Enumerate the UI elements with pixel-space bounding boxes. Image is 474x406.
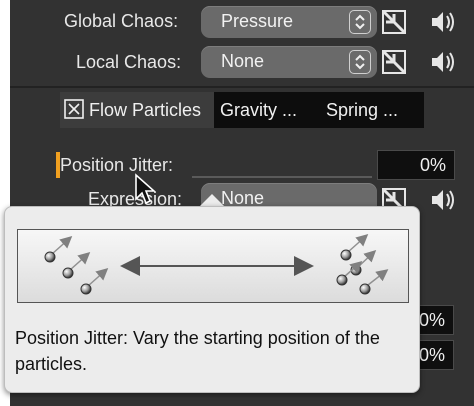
tab-spring[interactable]: Spring ...	[326, 92, 422, 128]
position-jitter-label: Position Jitter:	[60, 155, 174, 175]
jitter-slider-track[interactable]	[192, 176, 372, 178]
tab-flow-particles[interactable]: Flow Particles	[60, 92, 214, 128]
speaker-icon[interactable]	[426, 46, 458, 83]
tab-label: Flow Particles	[89, 100, 202, 120]
local-chaos-value: None	[221, 51, 265, 71]
global-chaos-value: Pressure	[221, 11, 294, 31]
behavior-add-icon[interactable]	[380, 48, 408, 81]
section-divider	[10, 86, 474, 88]
close-box-icon[interactable]	[64, 99, 84, 124]
hidden-value-a: 0%	[418, 310, 445, 330]
global-chaos-popup[interactable]: Pressure	[201, 6, 377, 38]
position-jitter-value: 0%	[419, 155, 446, 175]
hidden-value-b: 0%	[418, 345, 445, 365]
tooltip-text: Position Jitter: Vary the starting posit…	[15, 328, 380, 374]
tab-label: Gravity ...	[220, 100, 298, 120]
tab-gravity[interactable]: Gravity ...	[220, 92, 320, 128]
tab-bar: Flow Particles Gravity ... Spring ...	[60, 92, 424, 128]
chevron-updown-icon	[349, 10, 371, 34]
local-chaos-popup[interactable]: None	[201, 46, 377, 78]
local-chaos-label: Local Chaos:	[76, 52, 182, 72]
tab-label: Spring ...	[326, 100, 399, 120]
speaker-icon[interactable]	[426, 6, 458, 43]
position-jitter-field[interactable]: 0%	[377, 150, 455, 180]
mouse-cursor-icon	[134, 173, 157, 210]
jitter-diagram	[17, 229, 409, 303]
particles-illustration	[44, 234, 389, 295]
global-chaos-label: Global Chaos:	[64, 11, 179, 31]
chevron-updown-icon	[349, 50, 371, 74]
speaker-icon[interactable]	[426, 184, 458, 221]
help-tooltip: Position Jitter: Vary the starting posit…	[4, 206, 420, 393]
behavior-add-icon[interactable]	[380, 8, 408, 41]
